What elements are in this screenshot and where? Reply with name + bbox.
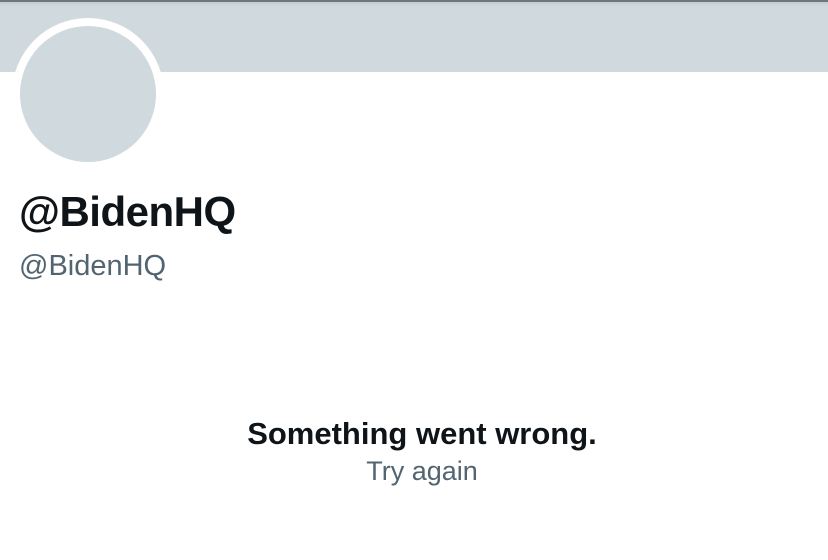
profile-page: @BidenHQ @BidenHQ Something went wrong. … (0, 0, 828, 560)
profile-handle: @BidenHQ (19, 250, 167, 282)
profile-display-name: @BidenHQ (19, 188, 236, 235)
top-divider (0, 0, 828, 2)
avatar[interactable] (20, 26, 156, 162)
try-again-button[interactable]: Try again (366, 454, 478, 488)
error-message-block: Something went wrong. Try again (0, 414, 828, 488)
error-title: Something went wrong. (247, 416, 597, 451)
